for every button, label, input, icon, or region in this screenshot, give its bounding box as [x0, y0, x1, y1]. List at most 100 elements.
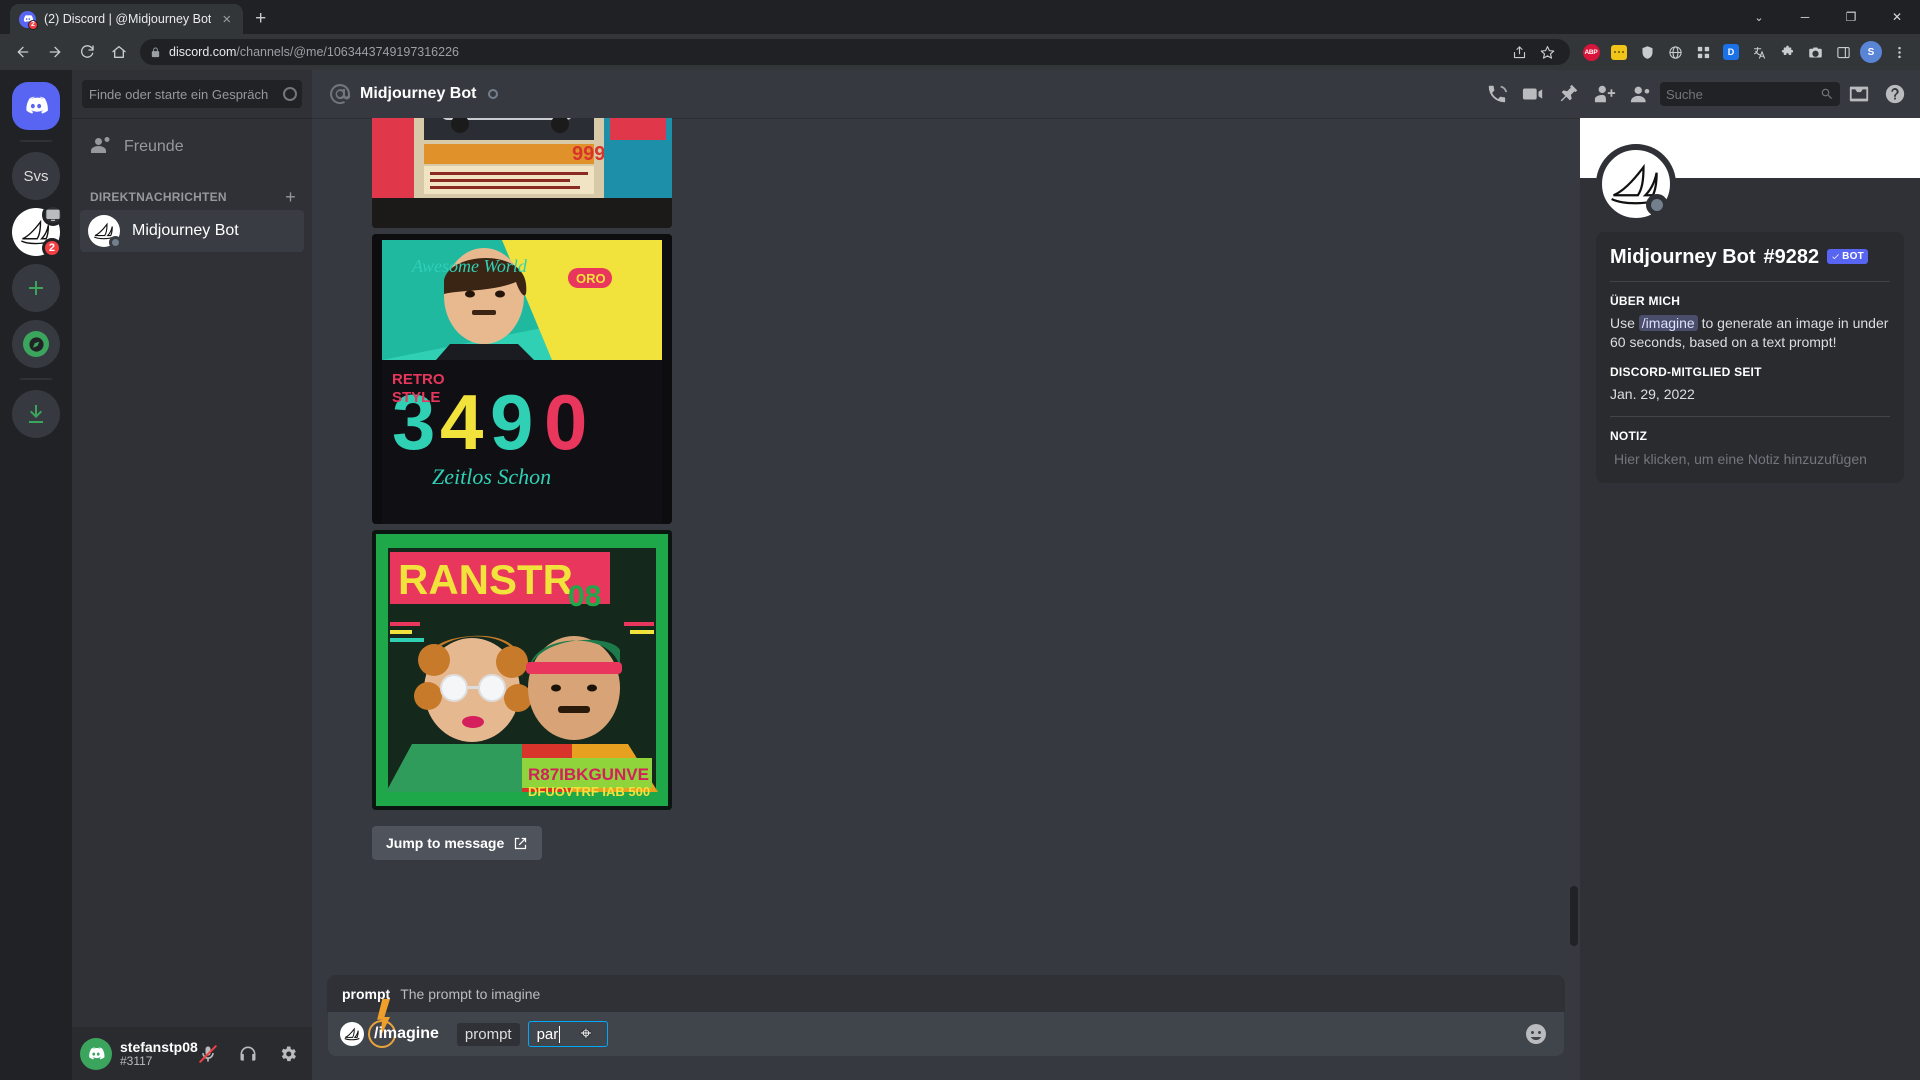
grid-extension-icon[interactable] [1690, 39, 1716, 65]
omnibox-actions [1506, 39, 1560, 65]
chat-area: Midjourney Bot Suche 999 3 4 9 0 Zeitlos… [312, 70, 1920, 1080]
tab-search-chevron-icon[interactable]: ⌄ [1736, 0, 1782, 34]
address-bar[interactable]: discord.com/channels/@me/106344374919731… [140, 39, 1570, 65]
browser-toolbar: discord.com/channels/@me/106344374919731… [0, 34, 1920, 70]
url-host: discord.com [169, 45, 237, 59]
download-apps-button[interactable] [12, 390, 60, 438]
search-icon [1821, 88, 1832, 99]
jump-to-message-button[interactable]: Jump to message [372, 826, 543, 860]
svg-text:DFUOVTRF IAB 500: DFUOVTRF IAB 500 [528, 784, 650, 799]
sidebar-item-friends[interactable]: Freunde [80, 126, 304, 168]
translate-extension-icon[interactable] [1746, 39, 1772, 65]
server-rail: Svs 2 [0, 70, 72, 1080]
maximize-button[interactable]: ❐ [1828, 0, 1874, 34]
blue-glyph: D [1723, 44, 1739, 60]
at-sign-icon [328, 82, 352, 106]
command-argument-hint: prompt The prompt to imagine [328, 976, 1564, 1012]
deafen-headphones-icon[interactable] [232, 1038, 264, 1070]
composer-area: prompt The prompt to imagine /imagine pr… [312, 976, 1580, 1080]
start-voice-call-icon[interactable] [1480, 77, 1514, 111]
note-input[interactable]: Hier klicken, um eine Notiz hinzuzufügen [1610, 449, 1890, 469]
discord-favicon: 2 [19, 10, 38, 30]
message-scroller[interactable]: 999 3 4 9 0 Zeitlos Schon Awesome World … [312, 118, 1580, 976]
reload-icon[interactable] [72, 37, 102, 67]
dm-sidebar: Finde oder starte ein Gespräch Freunde D… [72, 70, 312, 1080]
window-controls: ⌄ ─ ❐ ✕ [1736, 0, 1920, 34]
close-window-button[interactable]: ✕ [1874, 0, 1920, 34]
help-icon[interactable] [1878, 77, 1912, 111]
server-icon-svs[interactable]: Svs [12, 152, 60, 200]
search-input[interactable]: Suche [1660, 82, 1840, 106]
user-profile-panel: Midjourney Bot #9282 BOT ÜBER MICH Use /i… [1580, 118, 1920, 1080]
adblock-plus-extension-icon[interactable]: ABP [1578, 39, 1604, 65]
sidebar-item-midjourney-bot[interactable]: Midjourney Bot [80, 210, 304, 252]
globe-extension-icon[interactable] [1662, 39, 1688, 65]
home-button[interactable] [12, 82, 60, 130]
jump-to-message-label: Jump to message [386, 835, 505, 851]
chrome-menu-icon[interactable] [1886, 39, 1912, 65]
username: stefanstp08 [120, 1038, 198, 1055]
blue-extension-icon[interactable]: D [1718, 39, 1744, 65]
profile-avatar-container [1580, 144, 1920, 224]
profile-avatar[interactable]: S [1858, 39, 1884, 65]
typed-text: par [536, 1025, 559, 1043]
start-video-call-icon[interactable] [1516, 77, 1550, 111]
message-composer[interactable]: /imagine prompt ⌖ par [328, 999, 1564, 1056]
camera-extension-icon[interactable] [1802, 39, 1828, 65]
prompt-text-input[interactable]: ⌖ par [527, 1021, 608, 1047]
screen-share-badge [42, 204, 64, 226]
user-profile-toggle-icon[interactable] [1624, 77, 1658, 111]
external-link-icon [515, 837, 527, 849]
profile-username-row: Midjourney Bot #9282 BOT [1610, 246, 1890, 269]
emoji-picker-icon[interactable] [1524, 1022, 1548, 1046]
add-server-button[interactable] [12, 264, 60, 312]
text-cursor-icon: ⌖ [580, 1023, 592, 1045]
card-divider-2 [1610, 415, 1890, 417]
forward-icon[interactable] [40, 37, 70, 67]
current-user-avatar[interactable] [80, 1037, 112, 1070]
member-since-value: Jan. 29, 2022 [1610, 386, 1695, 403]
bookmark-star-icon[interactable] [1534, 39, 1560, 65]
svg-text:RETRO: RETRO [392, 371, 445, 388]
card-divider [1610, 281, 1890, 282]
svg-text:9: 9 [490, 378, 533, 466]
back-icon[interactable] [8, 37, 38, 67]
minimize-button[interactable]: ─ [1782, 0, 1828, 34]
svg-text:0: 0 [544, 378, 587, 466]
generated-image-attachment[interactable]: 3 4 9 0 Zeitlos Schon Awesome World RETR… [372, 234, 672, 524]
svg-text:ORO: ORO [576, 271, 606, 286]
dm-search-container: Finde oder starte ein Gespräch [72, 70, 312, 118]
server-icon-midjourney[interactable]: 2 [12, 204, 64, 258]
generated-image-attachment[interactable]: RANSTR 08 R87IBKGUNVE DFUOVTRF IAB 500 [372, 530, 672, 810]
add-friends-icon[interactable] [1588, 77, 1622, 111]
shield-extension-icon[interactable] [1634, 39, 1660, 65]
create-dm-button[interactable]: + [285, 188, 296, 206]
yellow-extension-icon[interactable] [1606, 39, 1632, 65]
message-scrollbar[interactable] [1570, 886, 1578, 946]
inbox-icon[interactable] [1842, 77, 1876, 111]
close-tab-icon[interactable]: × [219, 10, 234, 29]
rail-divider [20, 140, 52, 142]
server-initials: Svs [23, 167, 49, 185]
message-list: 999 3 4 9 0 Zeitlos Schon Awesome World … [312, 118, 1580, 1080]
avatar-initial: S [1860, 41, 1882, 63]
discord-app: Svs 2 Finde oder starte ein Gespräch Fre… [0, 70, 1920, 1080]
chat-header-actions: Suche [1480, 77, 1912, 111]
about-prefix: Use [1610, 315, 1639, 331]
sidebar-toggle-icon[interactable] [1830, 39, 1856, 65]
generated-image-attachment[interactable]: 999 [372, 118, 672, 228]
browser-tab-title: (2) Discord | @Midjourney Bot [44, 12, 212, 26]
mute-microphone-icon[interactable] [192, 1038, 224, 1070]
pinned-messages-icon[interactable] [1552, 77, 1586, 111]
share-icon[interactable] [1506, 39, 1532, 65]
user-settings-gear-icon[interactable] [272, 1038, 304, 1070]
find-conversation-input[interactable]: Finde oder starte ein Gespräch [82, 80, 302, 108]
friends-label: Freunde [124, 138, 184, 155]
browser-tab[interactable]: 2 (2) Discord | @Midjourney Bot × [10, 4, 244, 34]
note-label: NOTIZ [1610, 428, 1648, 443]
new-tab-button[interactable]: + [243, 8, 276, 34]
puzzle-extension-icon[interactable] [1774, 39, 1800, 65]
home-icon[interactable] [104, 37, 134, 67]
explore-servers-button[interactable] [12, 320, 60, 368]
profile-avatar[interactable] [1596, 144, 1676, 224]
